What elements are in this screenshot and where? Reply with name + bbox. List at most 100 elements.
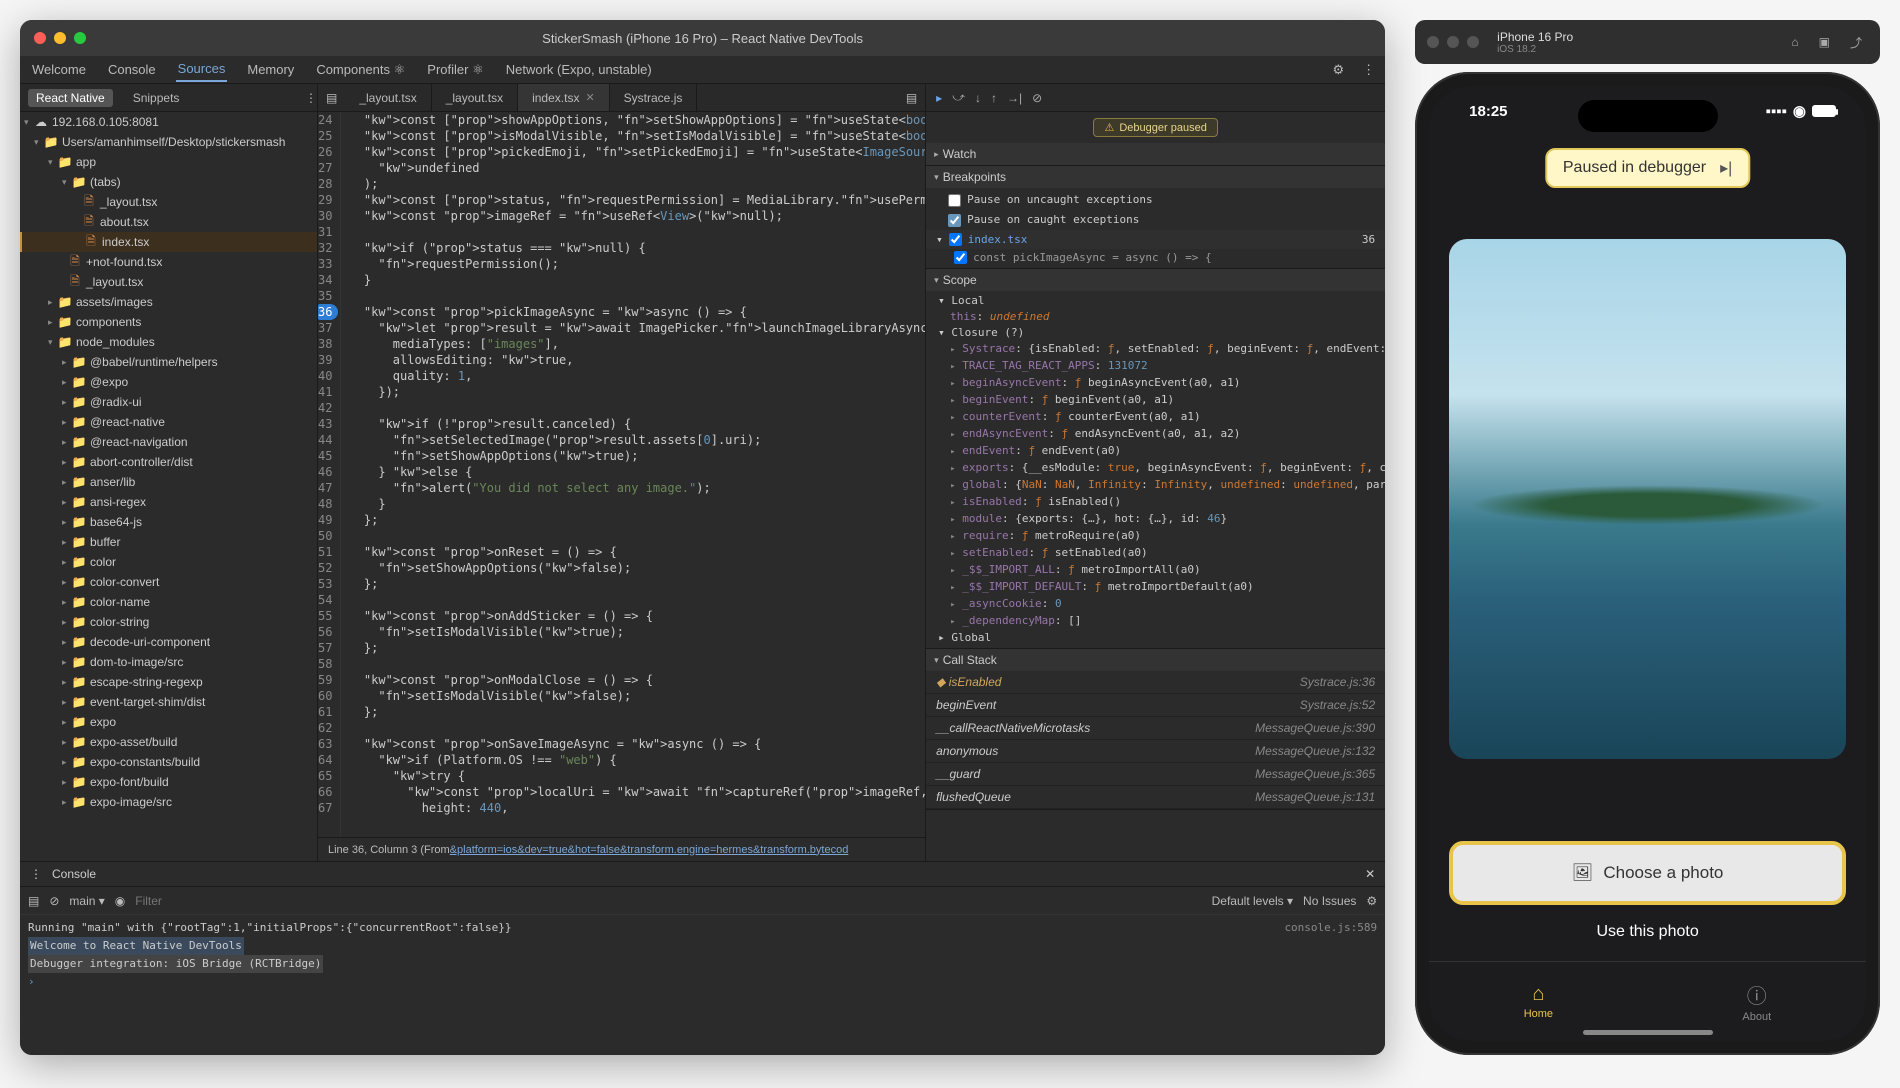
- watch-header[interactable]: ▸Watch: [926, 143, 1385, 165]
- pause-caught-checkbox[interactable]: [948, 214, 961, 227]
- tree-folder[interactable]: ▸📁expo-constants/build: [20, 752, 317, 772]
- scope-closure[interactable]: ▾ Closure (?): [926, 325, 1385, 341]
- close-icon[interactable]: ✕: [585, 91, 594, 104]
- tab-console[interactable]: Console: [106, 58, 158, 81]
- callstack-frame[interactable]: flushedQueueMessageQueue.js:131: [926, 786, 1385, 809]
- scope-item[interactable]: ▸ _$$_IMPORT_ALL: ƒ metroImportAll(a0): [926, 562, 1385, 579]
- scope-item[interactable]: ▸ _asyncCookie: 0: [926, 596, 1385, 613]
- resume-debugger-icon[interactable]: ▸|: [1720, 158, 1732, 178]
- console-body[interactable]: Running "main" with {"rootTag":1,"initia…: [20, 915, 1385, 1055]
- step-over-icon[interactable]: ⤻: [952, 90, 965, 105]
- more-subtabs-icon[interactable]: ⋮: [305, 91, 317, 105]
- tree-folder[interactable]: ▸📁assets/images: [20, 292, 317, 312]
- tree-folder[interactable]: ▸📁expo: [20, 712, 317, 732]
- file-nav-icon[interactable]: ▤: [318, 91, 345, 105]
- issues-badge[interactable]: No Issues: [1303, 894, 1356, 908]
- choose-photo-button[interactable]: 🖼 Choose a photo: [1449, 841, 1846, 905]
- settings-icon[interactable]: ⚙: [1333, 62, 1345, 78]
- scope-item[interactable]: ▸ beginAsyncEvent: ƒ beginAsyncEvent(a0,…: [926, 375, 1385, 392]
- minimize-window-icon[interactable]: [54, 32, 66, 44]
- scope-item[interactable]: ▸ beginEvent: ƒ beginEvent(a0, a1): [926, 392, 1385, 409]
- tree-folder[interactable]: ▸📁components: [20, 312, 317, 332]
- tree-file[interactable]: 🗎+not-found.tsx: [20, 252, 317, 272]
- status-link[interactable]: &platform=ios&dev=true&hot=false&transfo…: [450, 844, 849, 856]
- tree-folder[interactable]: ▸📁@expo: [20, 372, 317, 392]
- scope-local[interactable]: ▾ Local: [926, 293, 1385, 309]
- tree-folder[interactable]: ▸📁dom-to-image/src: [20, 652, 317, 672]
- tree-folder[interactable]: ▸📁anser/lib: [20, 472, 317, 492]
- tree-folder[interactable]: ▸📁expo-image/src: [20, 792, 317, 812]
- sidebar-toggle-icon[interactable]: ▤: [28, 894, 39, 908]
- step-icon[interactable]: →|: [1007, 91, 1022, 105]
- use-photo-button[interactable]: Use this photo: [1596, 923, 1698, 941]
- tree-folder[interactable]: ▸📁base64-js: [20, 512, 317, 532]
- tab-components[interactable]: Components ⚛: [314, 58, 407, 82]
- tree-folder[interactable]: ▸📁@radix-ui: [20, 392, 317, 412]
- console-filter-input[interactable]: [135, 894, 1201, 908]
- callstack-frame[interactable]: beginEventSystrace.js:52: [926, 694, 1385, 717]
- close-icon[interactable]: [1427, 36, 1439, 48]
- tab-welcome[interactable]: Welcome: [30, 58, 88, 81]
- pause-uncaught-checkbox[interactable]: [948, 194, 961, 207]
- scope-header[interactable]: ▾Scope: [926, 269, 1385, 291]
- tree-folder[interactable]: ▸📁buffer: [20, 532, 317, 552]
- tree-folder[interactable]: ▸📁decode-uri-component: [20, 632, 317, 652]
- callstack-frame[interactable]: ◆ isEnabledSystrace.js:36: [926, 671, 1385, 694]
- tree-folder[interactable]: ▸📁color: [20, 552, 317, 572]
- fullscreen-window-icon[interactable]: [74, 32, 86, 44]
- tree-host[interactable]: ▾☁192.168.0.105:8081: [20, 112, 317, 132]
- tree-folder[interactable]: ▸📁@react-native: [20, 412, 317, 432]
- scope-item[interactable]: ▸ require: ƒ metroRequire(a0): [926, 528, 1385, 545]
- scope-item[interactable]: ▸ setEnabled: ƒ setEnabled(a0): [926, 545, 1385, 562]
- file-tab-2[interactable]: index.tsx✕: [518, 84, 610, 111]
- scope-item[interactable]: ▸ _dependencyMap: []: [926, 613, 1385, 630]
- scope-item[interactable]: ▸ _$$_IMPORT_DEFAULT: ƒ metroImportDefau…: [926, 579, 1385, 596]
- tree-app[interactable]: ▾📁app: [20, 152, 317, 172]
- code-lines[interactable]: "kw">const ["prop">showAppOptions, "fn">…: [341, 112, 925, 837]
- scope-item[interactable]: ▸ isEnabled: ƒ isEnabled(): [926, 494, 1385, 511]
- console-menu-icon[interactable]: ⋮: [30, 867, 42, 881]
- scope-item[interactable]: ▸ exports: {__esModule: true, beginAsync…: [926, 460, 1385, 477]
- clear-console-icon[interactable]: ⊘: [49, 894, 59, 908]
- step-out-icon[interactable]: ↑: [991, 91, 997, 105]
- file-tab-1[interactable]: _layout.tsx: [432, 84, 518, 111]
- file-tree[interactable]: ▾☁192.168.0.105:8081 ▾📁Users/amanhimself…: [20, 112, 318, 861]
- line-gutter[interactable]: 2425262728293031323334353637383940414243…: [318, 112, 341, 837]
- tree-tabs[interactable]: ▾📁(tabs): [20, 172, 317, 192]
- fullscreen-icon[interactable]: [1467, 36, 1479, 48]
- tree-folder[interactable]: ▸📁color-string: [20, 612, 317, 632]
- scope-global[interactable]: ▸ Global: [926, 630, 1385, 646]
- tree-folder[interactable]: ▸📁expo-font/build: [20, 772, 317, 792]
- sim-traffic-lights[interactable]: [1427, 36, 1479, 48]
- console-close-icon[interactable]: ✕: [1365, 867, 1375, 881]
- bp-line-checkbox[interactable]: [954, 251, 967, 264]
- resume-icon[interactable]: ▸: [936, 91, 942, 105]
- scope-item[interactable]: ▸ counterEvent: ƒ counterEvent(a0, a1): [926, 409, 1385, 426]
- callstack-frame[interactable]: anonymousMessageQueue.js:132: [926, 740, 1385, 763]
- code-area[interactable]: 2425262728293031323334353637383940414243…: [318, 112, 925, 837]
- step-into-icon[interactable]: ↓: [975, 91, 981, 105]
- tree-node-modules[interactable]: ▾📁node_modules: [20, 332, 317, 352]
- scope-item[interactable]: ▸ global: {NaN: NaN, Infinity: Infinity,…: [926, 477, 1385, 494]
- callstack-frame[interactable]: __guardMessageQueue.js:365: [926, 763, 1385, 786]
- bp-file-checkbox[interactable]: [949, 233, 962, 246]
- subtab-react-native[interactable]: React Native: [28, 89, 113, 107]
- file-more-icon[interactable]: ▤: [898, 91, 925, 105]
- breakpoints-header[interactable]: ▾Breakpoints: [926, 166, 1385, 188]
- scope-item[interactable]: ▸ endEvent: ƒ endEvent(a0): [926, 443, 1385, 460]
- subtab-snippets[interactable]: Snippets: [127, 89, 186, 107]
- breakpoint-file[interactable]: ▾index.tsx 36: [926, 230, 1385, 249]
- traffic-lights[interactable]: [34, 32, 86, 44]
- scope-item[interactable]: ▸ module: {exports: {…}, hot: {…}, id: 4…: [926, 511, 1385, 528]
- tab-memory[interactable]: Memory: [245, 58, 296, 81]
- file-tab-0[interactable]: _layout.tsx: [345, 84, 431, 111]
- tab-network[interactable]: Network (Expo, unstable): [504, 58, 654, 81]
- tab-sources[interactable]: Sources: [176, 57, 228, 82]
- home-icon[interactable]: ⌂: [1785, 35, 1804, 49]
- tree-folder[interactable]: ▸📁@react-navigation: [20, 432, 317, 452]
- tree-folder[interactable]: ▸📁expo-asset/build: [20, 732, 317, 752]
- tree-file[interactable]: 🗎_layout.tsx: [20, 272, 317, 292]
- close-window-icon[interactable]: [34, 32, 46, 44]
- scope-item[interactable]: ▸ Systrace: {isEnabled: ƒ, setEnabled: ƒ…: [926, 341, 1385, 358]
- tree-folder[interactable]: ▸📁event-target-shim/dist: [20, 692, 317, 712]
